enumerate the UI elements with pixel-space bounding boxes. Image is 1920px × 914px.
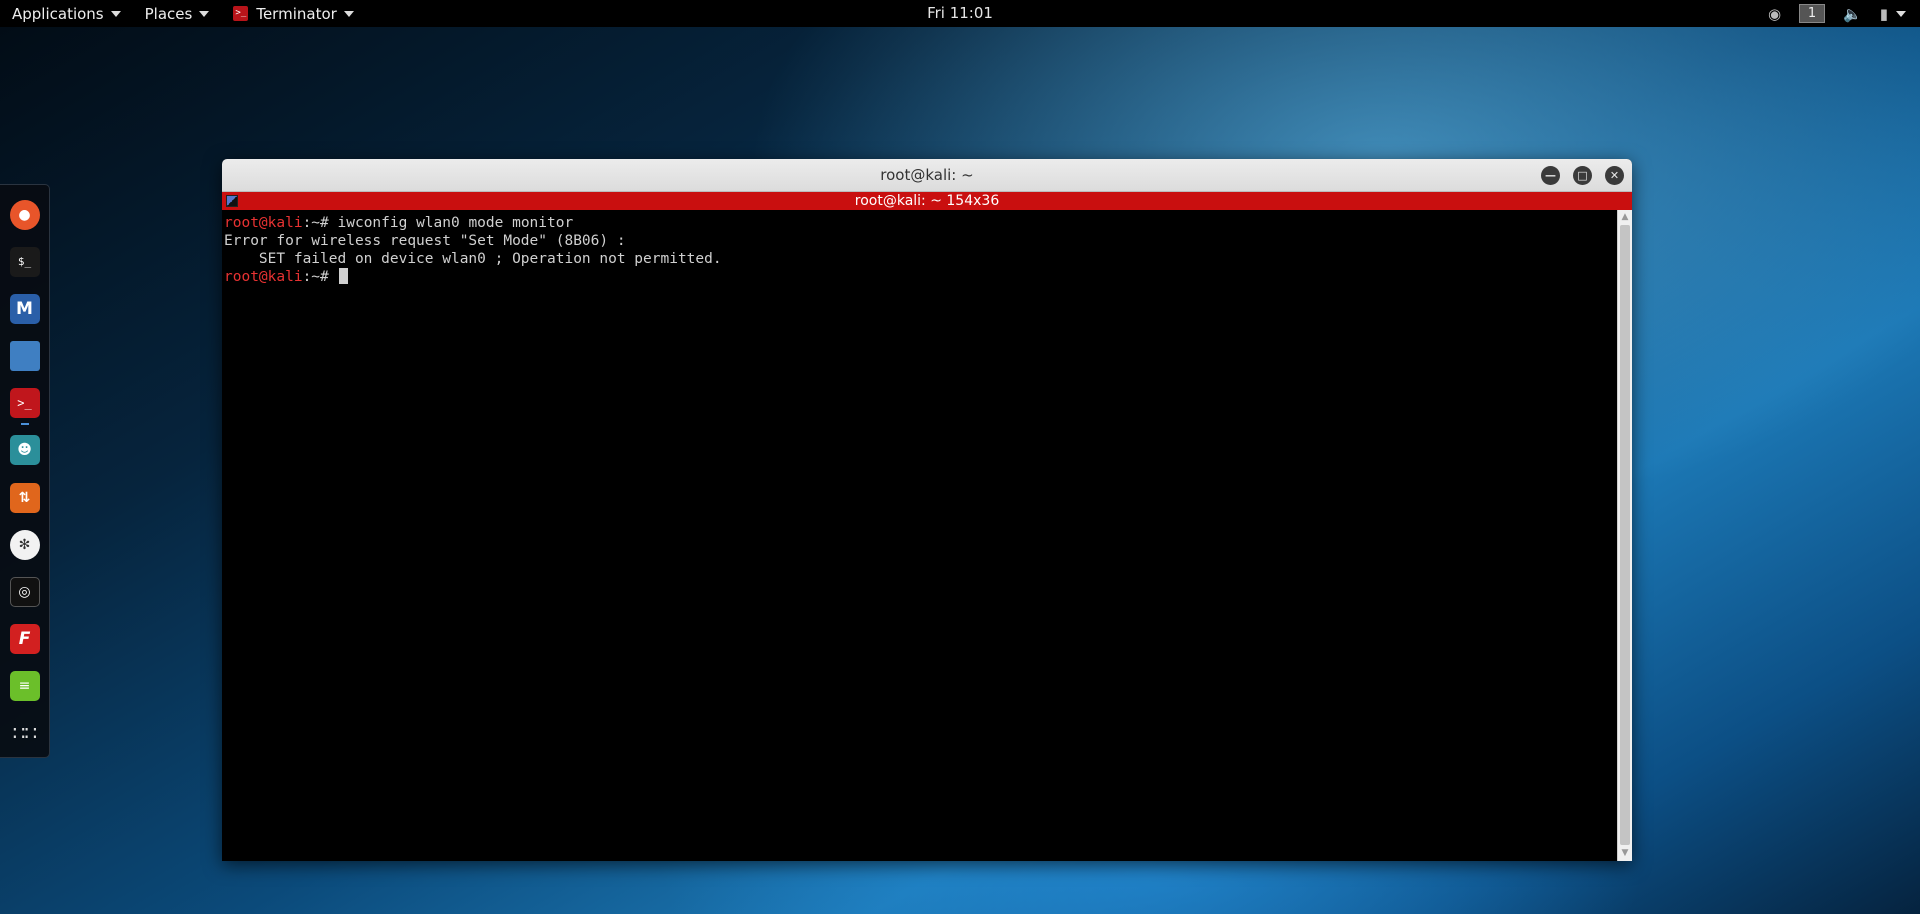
terminal-line: SET failed on device wlan0 ; Operation n… (224, 251, 722, 267)
burpsuite-icon: ⇅ (9, 482, 40, 513)
prompt-path: :~# (302, 215, 338, 231)
close-button[interactable]: ✕ (1605, 166, 1624, 185)
files-icon (9, 341, 40, 372)
firefox-icon: ● (9, 199, 40, 230)
running-indicator (20, 422, 29, 425)
maximize-button[interactable]: □ (1573, 166, 1592, 185)
dock-item-faraday[interactable]: F (5, 616, 45, 663)
prompt-path: :~# (302, 269, 338, 285)
chevron-down-icon[interactable] (1896, 10, 1906, 17)
camera-icon[interactable]: ◉ (1768, 5, 1781, 23)
scrollbar[interactable]: ▲ ▼ (1617, 210, 1632, 861)
terminal-title: root@kali: ~ 154x36 (854, 193, 1000, 209)
scroll-down-icon[interactable]: ▼ (1618, 846, 1632, 861)
dock-item-show-apps[interactable]: ∷∷ (5, 710, 45, 757)
dock-item-terminator[interactable]: >_ (5, 380, 45, 427)
prompt-user: root@kali (224, 215, 303, 231)
dock-item-metasploit[interactable]: M (5, 285, 45, 332)
window-titlebar[interactable]: root@kali: ~ — □ ✕ (222, 159, 1632, 192)
group-icon[interactable] (226, 195, 238, 207)
window-controls: — □ ✕ (1541, 166, 1624, 185)
terminator-icon: >_ (233, 6, 249, 21)
dock-item-armitage[interactable]: ☻ (5, 427, 45, 474)
power-icon[interactable]: ▮ (1880, 5, 1888, 23)
dock: ● $_ M >_ ☻ ⇅ ✻ ◎ F ≡ ∷∷ (0, 184, 50, 758)
minimize-button[interactable]: — (1541, 166, 1560, 185)
terminator-menu-label: Terminator (256, 4, 337, 23)
chevron-down-icon (199, 10, 210, 17)
terminator-app-menu[interactable]: >_ Terminator (221, 0, 365, 27)
top-bar: Applications Places >_ Terminator Fri 11… (0, 0, 1920, 27)
scrollbar-thumb[interactable] (1620, 225, 1630, 845)
dock-item-maltego[interactable]: ✻ (5, 521, 45, 568)
dock-item-cutycapt[interactable]: ◎ (5, 568, 45, 615)
volume-icon[interactable]: 🔈 (1843, 5, 1862, 23)
prompt-user: root@kali (224, 269, 303, 285)
command-text: iwconfig wlan0 mode monitor (337, 215, 574, 231)
terminal-line: root@kali:~# iwconfig wlan0 mode monitor (224, 214, 1615, 232)
chevron-down-icon (343, 10, 354, 17)
system-tray: ◉ 1 🔈 ▮ (1768, 0, 1906, 27)
clock[interactable]: Fri 11:01 (927, 4, 993, 22)
cutycapt-icon: ◎ (9, 576, 40, 607)
terminator-icon: >_ (9, 388, 40, 419)
terminal-output[interactable]: root@kali:~# iwconfig wlan0 mode monitor… (222, 210, 1617, 861)
maltego-icon: ✻ (9, 529, 40, 560)
dock-item-files[interactable] (5, 333, 45, 380)
scroll-up-icon[interactable]: ▲ (1618, 210, 1632, 225)
chevron-down-icon (110, 10, 121, 17)
metasploit-icon: M (9, 293, 40, 324)
text-editor-icon: ≡ (9, 671, 40, 702)
text-cursor (338, 268, 348, 284)
terminal-line: Error for wireless request "Set Mode" (8… (224, 233, 626, 249)
applications-menu[interactable]: Applications (0, 0, 133, 27)
terminal-icon: $_ (9, 246, 40, 277)
terminal-line: root@kali:~# (224, 268, 1615, 286)
armitage-icon: ☻ (9, 435, 40, 466)
workspace-indicator[interactable]: 1 (1799, 4, 1826, 23)
dock-item-firefox[interactable]: ● (5, 191, 45, 238)
dock-item-text-editor[interactable]: ≡ (5, 663, 45, 710)
faraday-icon: F (9, 624, 40, 655)
places-menu-label: Places (144, 4, 193, 23)
places-menu[interactable]: Places (133, 0, 222, 27)
terminal-titlebar: root@kali: ~ 154x36 (222, 192, 1632, 210)
dock-item-burpsuite[interactable]: ⇅ (5, 474, 45, 521)
dock-item-terminal[interactable]: $_ (5, 238, 45, 285)
window-title: root@kali: ~ (880, 166, 974, 184)
terminal-window: root@kali: ~ — □ ✕ root@kali: ~ 154x36 r… (222, 159, 1632, 861)
applications-menu-label: Applications (12, 4, 104, 23)
show-apps-icon: ∷∷ (12, 721, 37, 746)
